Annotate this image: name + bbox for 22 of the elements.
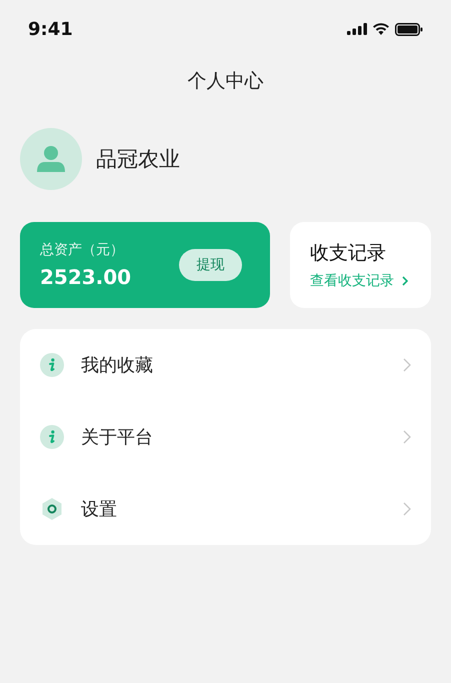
signal-icon <box>347 23 367 35</box>
avatar-icon <box>20 128 82 190</box>
menu-item[interactable]: 设置 <box>40 473 411 545</box>
info-icon <box>40 425 64 449</box>
menu-item[interactable]: 我的收藏 <box>40 329 411 401</box>
chevron-icon <box>402 276 408 286</box>
records-card[interactable]: 收支记录 查看收支记录 <box>290 222 431 308</box>
page-title: 个人中心 <box>186 69 264 94</box>
records-title: 收支记录 <box>310 241 387 266</box>
chevron-icon <box>403 502 411 516</box>
user-name: 品冠农业 <box>96 146 180 173</box>
asset-amount: 2523.00 <box>40 265 132 289</box>
menu-item[interactable]: 关于平台 <box>40 401 411 473</box>
wifi-icon <box>373 23 389 35</box>
chevron-icon <box>403 430 411 444</box>
battery-icon <box>395 22 423 36</box>
asset-label: 总资产（元） <box>40 241 125 259</box>
info-icon <box>40 353 64 377</box>
status-time: 9:41 <box>28 18 73 40</box>
withdraw-button[interactable]: 提现 <box>179 249 242 281</box>
settings-icon <box>40 497 64 521</box>
chevron-icon <box>403 358 411 372</box>
